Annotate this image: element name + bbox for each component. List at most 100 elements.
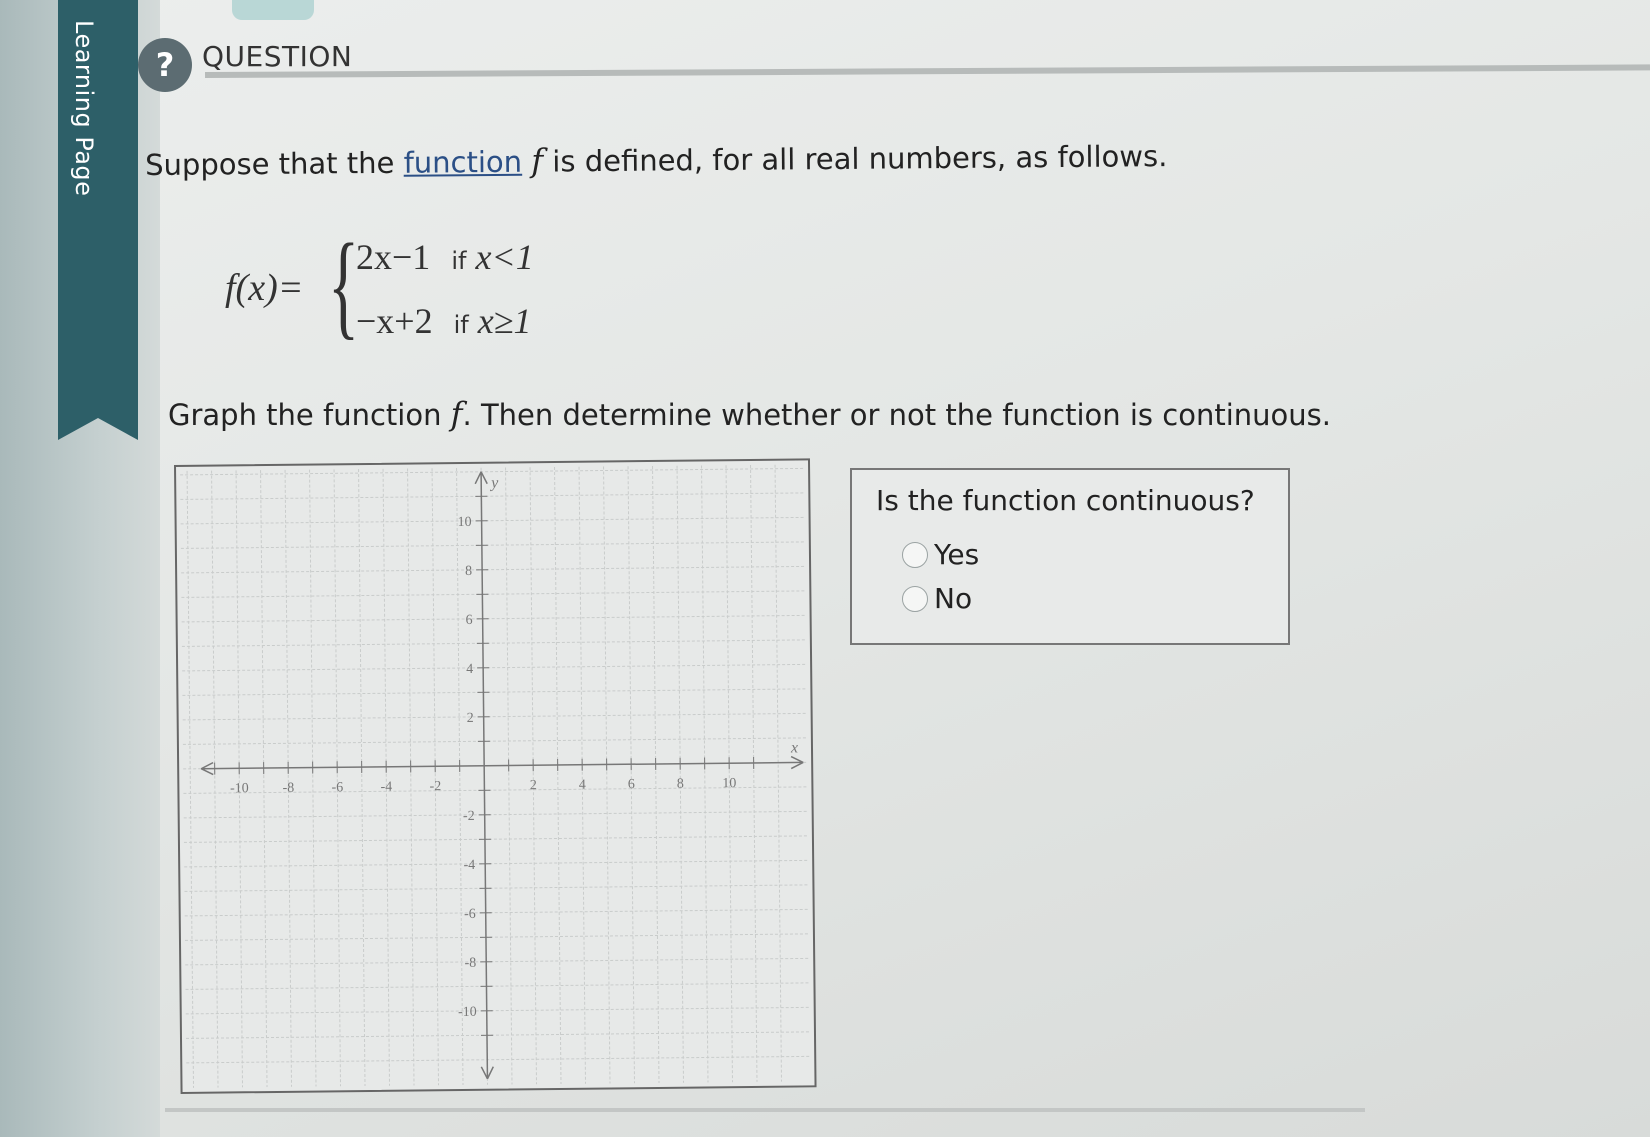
grid-line-horizontal [181,639,806,647]
piece-2-expression: −x+2 [356,301,433,341]
y-tick-label: 8 [465,564,472,579]
x-tick-label: -10 [230,781,249,796]
grid-line-vertical [701,465,709,1083]
grid-line-vertical [676,465,684,1083]
grid-line-vertical [260,470,268,1088]
piece-2-condition: x≥1 [477,301,532,341]
y-tick-label: 10 [458,515,472,530]
grid-line-vertical [407,468,415,1086]
grid-line-vertical [211,470,219,1088]
grid-line-horizontal [183,810,808,819]
y-axis-label: y [489,475,499,492]
grid-line-horizontal [185,982,810,990]
grid-line-horizontal [181,590,806,598]
function-lhs: f(x)= [225,267,304,309]
grid-line-horizontal [182,737,807,745]
continuity-panel: Is the function continuous? Yes No [850,468,1290,645]
grid-line-horizontal [183,786,808,794]
y-tick-label: -4 [463,858,475,873]
grid-line-horizontal [185,957,810,966]
y-tick-label: 2 [467,711,474,726]
instruction-text: Graph the function f. Then determine whe… [168,395,1331,433]
grid-line-horizontal [184,933,809,941]
grid-line-horizontal [180,492,805,500]
x-tick-label: 2 [530,778,537,793]
grid-line-vertical [652,465,660,1083]
grid-line-vertical [186,470,195,1088]
prompt-variable: f [531,141,544,180]
grid-line-horizontal [182,688,807,696]
grid-line-horizontal [184,908,809,917]
x-axis [201,761,804,770]
piece-2: −x+2 if x≥1 [356,300,531,342]
grid-line-vertical [578,466,587,1084]
problem-prompt: Suppose that the function f is defined, … [145,136,1168,183]
option-yes-label[interactable]: Yes [934,538,979,571]
x-tick-label: 8 [677,777,684,792]
option-no-label[interactable]: No [934,582,972,615]
grid-line-vertical [554,467,562,1084]
grid-line-horizontal [185,1006,810,1015]
grid-line-vertical [627,466,635,1084]
grid-line-vertical [725,465,733,1083]
x-tick-label: -2 [429,779,441,794]
header-divider [205,64,1650,78]
grid-line-horizontal [186,1031,810,1039]
continuity-question: Is the function continuous? [876,484,1255,517]
grid-line-vertical [358,469,366,1087]
grid-line-vertical [456,468,464,1086]
top-tab-nub [232,0,314,20]
bottom-divider [165,1108,1365,1112]
grid-line-vertical [382,468,391,1086]
piece-2-if: if [453,311,469,339]
piece-1: 2x−1 if x<1 [356,236,534,278]
prompt-text-before: Suppose that the [145,145,404,182]
option-yes[interactable]: Yes [902,538,979,571]
graphing-panel[interactable]: -10 -8 -6 -4 -2 2 4 6 8 10 10 8 6 4 2 -2 -4 -6 -8 -10 x y [174,458,817,1094]
grid-line-vertical [431,468,440,1086]
y-axis [480,471,489,1079]
y-tick-label: -2 [463,809,475,824]
piece-1-condition: x<1 [475,237,534,277]
grid-line-horizontal [180,516,805,525]
radio-no[interactable] [902,585,928,612]
question-header: QUESTION [202,40,353,73]
grid-line-horizontal [181,614,806,623]
grid-line-vertical [529,467,538,1085]
x-tick-label: -6 [331,780,343,795]
instruction-after: . Then determine whether or not the func… [462,398,1331,432]
y-tick-label: -8 [464,956,476,971]
option-no[interactable]: No [902,582,972,615]
grid-line-vertical [333,469,342,1087]
x-tick-label: 10 [722,776,736,791]
piece-1-expression: 2x−1 [356,237,431,277]
function-link[interactable]: function [403,145,522,180]
grid-line-vertical [505,467,513,1085]
piece-1-if: if [451,247,467,275]
learning-page-tab-label[interactable]: Learning Page [70,20,98,196]
grid-line-vertical [603,466,611,1084]
y-tick-label: -10 [458,1005,477,1020]
piecewise-brace: { [328,219,360,350]
x-tick-label: -4 [380,780,392,795]
grid-line-horizontal [184,884,809,892]
coordinate-plane[interactable]: -10 -8 -6 -4 -2 2 4 6 8 10 10 8 6 4 2 -2 -4 -6 -8 -10 x y [176,460,815,1092]
grid-line-vertical [235,470,244,1088]
grid-line-vertical [284,469,293,1087]
x-tick-label: 4 [579,778,586,793]
page: Learning Page ? QUESTION Suppose that th… [0,0,1650,1137]
grid-line-vertical [750,464,758,1082]
grid-line-vertical [309,469,317,1087]
y-tick-label: -6 [464,907,476,922]
help-icon[interactable]: ? [138,38,192,92]
y-tick-label: 6 [466,613,473,628]
prompt-text-after: is defined, for all real numbers, as fol… [542,139,1168,179]
grid-line-horizontal [182,663,807,672]
y-tick-label: 4 [466,662,473,677]
radio-yes[interactable] [902,541,928,568]
grid-line-horizontal [184,859,809,868]
grid-line-horizontal [183,835,808,843]
x-axis-label: x [790,739,798,756]
grid-line-horizontal [181,565,806,574]
instruction-variable: f [450,395,463,433]
